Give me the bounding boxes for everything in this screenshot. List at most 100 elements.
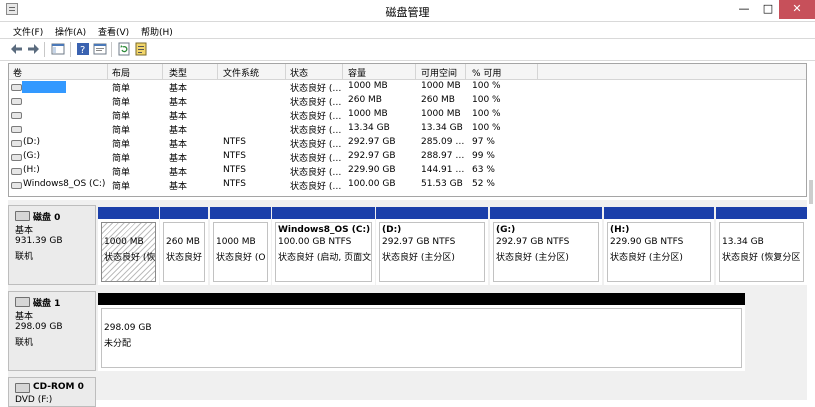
column-percent-free[interactable]: % 可用 (472, 66, 501, 79)
column-divider[interactable] (537, 64, 538, 79)
drive-icon (11, 84, 22, 91)
partition-size: 229.90 GB NTFS (610, 237, 684, 247)
volume-free-space: 288.97 … (421, 151, 465, 161)
volume-row[interactable]: (H:) 简单 基本 NTFS 状态良好 (… 229.90 GB 144.91… (9, 164, 806, 178)
volume-capacity: 229.90 GB (348, 165, 396, 175)
partition-bar (160, 207, 208, 219)
volume-free-space: 13.34 GB (421, 123, 463, 133)
volume-list-header: 卷 布局 类型 文件系统 状态 容量 可用空间 % 可用 (9, 64, 806, 80)
partition-efi[interactable]: 260 MB 状态良好 (160, 207, 208, 285)
partition-status: 状态良好 (启动, 页面文 (278, 253, 372, 263)
column-volume[interactable]: 卷 (13, 66, 22, 79)
back-arrow-icon[interactable] (10, 42, 24, 56)
partition-body: (G:) 292.97 GB NTFS 状态良好 (主分区) (493, 222, 599, 282)
menu-action[interactable]: 操作(A) (55, 25, 86, 38)
volume-row[interactable]: 简单 基本 状态良好 (… 1000 MB 1000 MB 100 % (9, 80, 806, 94)
partition-recovery-2[interactable]: 13.34 GB 状态良好 (恢复分区 (716, 207, 807, 285)
partition-name: (D:) (382, 225, 402, 235)
toolbar-separator (70, 42, 71, 57)
column-type[interactable]: 类型 (169, 66, 187, 79)
partition-c[interactable]: Windows8_OS (C:) 100.00 GB NTFS 状态良好 (启动… (272, 207, 375, 285)
partition-status: 状态良好 (主分区) (496, 253, 569, 263)
volume-capacity: 1000 MB (348, 81, 388, 91)
column-filesystem[interactable]: 文件系统 (223, 66, 259, 79)
menu-file[interactable]: 文件(F) (13, 25, 43, 38)
volume-row[interactable]: Windows8_OS (C:) 简单 基本 NTFS 状态良好 (… 100.… (9, 178, 806, 192)
volume-layout: 简单 (112, 168, 131, 178)
volume-row[interactable]: 简单 基本 状态良好 (… 1000 MB 1000 MB 100 % (9, 108, 806, 122)
partition-body: 260 MB 状态良好 (163, 222, 205, 282)
selected-volume-highlight (22, 81, 66, 93)
column-layout[interactable]: 布局 (112, 66, 130, 79)
volume-capacity: 292.97 GB (348, 151, 396, 161)
volume-free-space: 51.53 GB (421, 179, 463, 189)
partition-status: 状态良好 (恢 (104, 253, 156, 263)
partition-size: 1000 MB (216, 237, 256, 247)
column-status[interactable]: 状态 (290, 66, 308, 79)
volume-status: 状态良好 (… (290, 126, 342, 136)
partition-h[interactable]: (H:) 229.90 GB NTFS 状态良好 (主分区) (604, 207, 714, 285)
cdrom-0-label[interactable]: CD-ROM 0 DVD (F:) (8, 377, 96, 407)
partition-size: 100.00 GB NTFS (278, 237, 352, 247)
partition-g[interactable]: (G:) 292.97 GB NTFS 状态良好 (主分区) (490, 207, 602, 285)
disk-icon (15, 211, 30, 221)
volume-filesystem: NTFS (223, 151, 246, 161)
help-icon[interactable]: ? (76, 42, 90, 56)
volume-name: (G:) (23, 151, 41, 161)
toolbar-separator (111, 42, 112, 57)
maximize-button[interactable]: □ (757, 0, 779, 19)
forward-arrow-icon[interactable] (26, 42, 40, 56)
column-divider[interactable] (342, 64, 343, 79)
drive-icon (11, 154, 22, 161)
disk-0-label[interactable]: 磁盘 0 基本 931.39 GB 联机 (8, 205, 96, 285)
rescan-disks-icon[interactable] (134, 42, 148, 56)
partition-recovery-1[interactable]: 1000 MB 状态良好 (恢 (98, 207, 159, 285)
window-title: 磁盘管理 (385, 6, 430, 19)
menu-help[interactable]: 帮助(H) (141, 25, 173, 38)
volume-row[interactable]: 简单 基本 状态良好 (… 260 MB 260 MB 100 % (9, 94, 806, 108)
column-divider[interactable] (285, 64, 286, 79)
volume-status: 状态良好 (… (290, 168, 342, 178)
properties-icon[interactable] (93, 42, 107, 56)
partition-body: Windows8_OS (C:) 100.00 GB NTFS 状态良好 (启动… (275, 222, 372, 282)
column-divider[interactable] (107, 64, 108, 79)
volume-status: 状态良好 (… (290, 98, 342, 108)
column-divider[interactable] (217, 64, 218, 79)
volume-percent-free: 99 % (472, 151, 495, 161)
disk-name: CD-ROM 0 (33, 382, 84, 392)
volume-layout: 简单 (112, 182, 131, 192)
volume-row[interactable]: (G:) 简单 基本 NTFS 状态良好 (… 292.97 GB 288.97… (9, 150, 806, 164)
column-free-space[interactable]: 可用空间 (421, 66, 457, 79)
column-divider[interactable] (465, 64, 466, 79)
partition-size: 260 MB (166, 237, 200, 247)
disk-type: 基本 (15, 226, 34, 236)
column-divider[interactable] (415, 64, 416, 79)
drive-icon (11, 112, 22, 119)
close-button[interactable]: ✕ (779, 0, 815, 19)
refresh-icon[interactable] (117, 42, 131, 56)
volume-free-space: 144.91 … (421, 165, 465, 175)
drive-icon (11, 126, 22, 133)
volume-row[interactable]: (D:) 简单 基本 NTFS 状态良好 (… 292.97 GB 285.09… (9, 136, 806, 150)
scrollbar-thumb[interactable] (809, 180, 813, 204)
volume-row[interactable]: 简单 基本 状态良好 (… 13.34 GB 13.34 GB 100 % (9, 122, 806, 136)
volume-layout: 简单 (112, 126, 131, 136)
column-capacity[interactable]: 容量 (348, 66, 366, 79)
console-tree-icon[interactable] (51, 42, 65, 56)
disk-size: 298.09 GB (15, 322, 63, 332)
menu-view[interactable]: 查看(V) (98, 25, 129, 38)
volume-type: 基本 (169, 126, 188, 136)
partition-unallocated[interactable]: 298.09 GB 未分配 (98, 293, 745, 371)
partition-d[interactable]: (D:) 292.97 GB NTFS 状态良好 (主分区) (376, 207, 488, 285)
partition-bar (98, 207, 159, 219)
partition-bar (716, 207, 807, 219)
disk-1-label[interactable]: 磁盘 1 基本 298.09 GB 联机 (8, 291, 96, 371)
minimize-button[interactable]: — (733, 0, 755, 19)
volume-type: 基本 (169, 140, 188, 150)
column-divider[interactable] (162, 64, 163, 79)
volume-list: 卷 布局 类型 文件系统 状态 容量 可用空间 % 可用 简单 基本 状态良好 … (8, 63, 807, 197)
volume-free-space: 260 MB (421, 95, 455, 105)
volume-capacity: 292.97 GB (348, 137, 396, 147)
partition-oem[interactable]: 1000 MB 状态良好 (O (210, 207, 271, 285)
volume-type: 基本 (169, 84, 188, 94)
